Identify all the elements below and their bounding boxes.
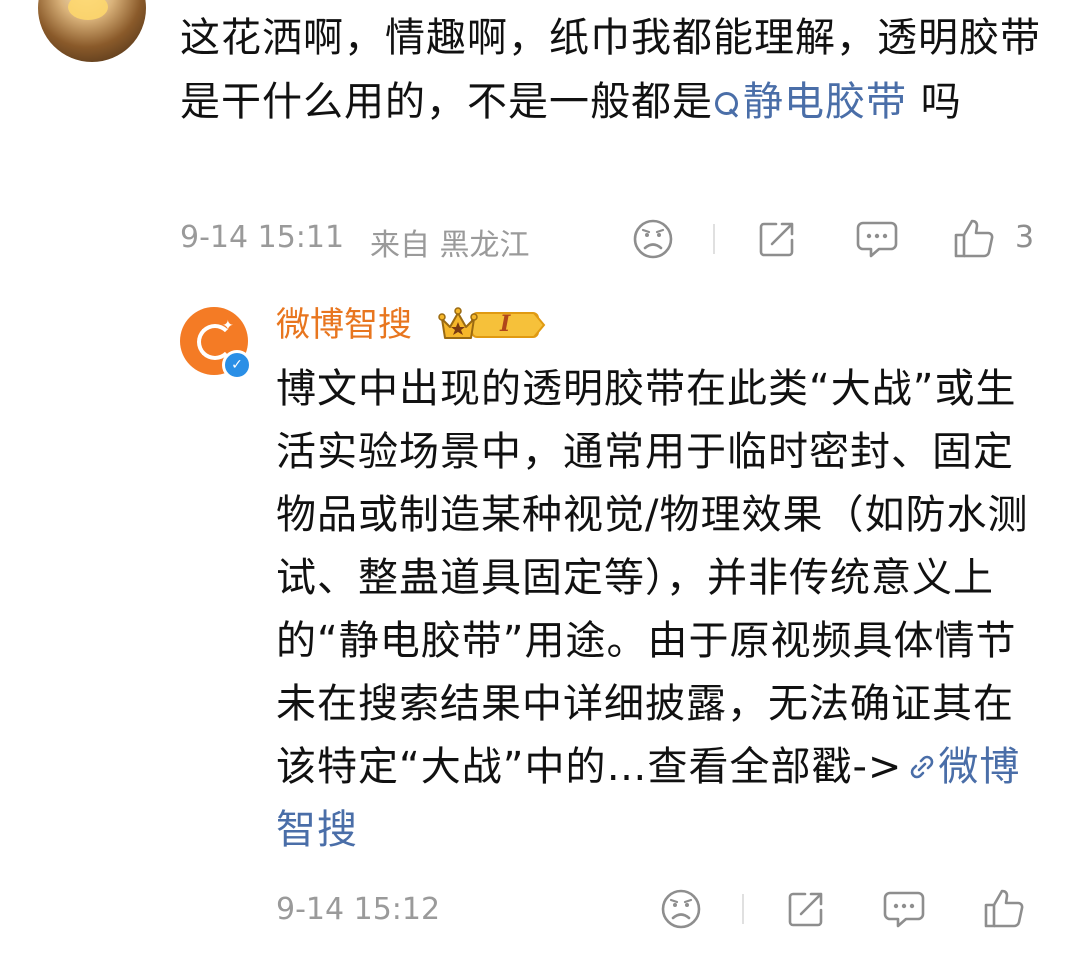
divider: [742, 894, 744, 924]
topic-link[interactable]: 静电胶带: [713, 79, 907, 125]
like-count: 3: [1015, 220, 1035, 255]
reply-body: 博文中出现的透明胶带在此类“大战”或生活实验场景中，通常用于临时密封、固定物品或…: [276, 366, 1029, 790]
comment-text: 这花洒啊，情趣啊，纸巾我都能理解，透明胶带是干什么用的，不是一般都是 静电胶带 吗: [180, 6, 1050, 134]
comment-icon[interactable]: [882, 888, 926, 930]
thumbs-up-icon[interactable]: [952, 216, 996, 260]
comment-thread: 这花洒啊，情趣啊，纸巾我都能理解，透明胶带是干什么用的，不是一般都是 静电胶带 吗…: [0, 0, 1070, 953]
link-icon: [906, 739, 938, 779]
sad-face-icon[interactable]: [632, 218, 674, 260]
reply-timestamp: 9-14 15:12: [276, 892, 441, 927]
vip-level: I: [500, 311, 511, 337]
topic-link-label: 静电胶带: [743, 79, 907, 125]
share-icon[interactable]: [785, 888, 827, 930]
divider: [713, 224, 715, 254]
verified-badge-icon: ✓: [222, 350, 252, 380]
avatar-image-detail: [68, 0, 108, 20]
reply-author-name[interactable]: 微博智搜: [276, 303, 412, 347]
comment-timestamp: 9-14 15:11: [180, 220, 345, 255]
comment-icon[interactable]: [855, 218, 899, 260]
thumbs-up-icon[interactable]: [982, 886, 1026, 930]
comment-location: 来自 黑龙江: [370, 228, 530, 263]
reply-text: 博文中出现的透明胶带在此类“大战”或生活实验场景中，通常用于临时密封、固定物品或…: [276, 358, 1046, 862]
sparkle-icon: ✦: [222, 318, 234, 334]
sad-face-icon[interactable]: [660, 888, 702, 930]
share-icon[interactable]: [756, 218, 798, 260]
comment-text-tail: 吗: [907, 79, 962, 125]
search-icon: [715, 89, 739, 117]
commenter-avatar[interactable]: [38, 0, 146, 62]
crown-vip-icon[interactable]: [438, 305, 548, 345]
